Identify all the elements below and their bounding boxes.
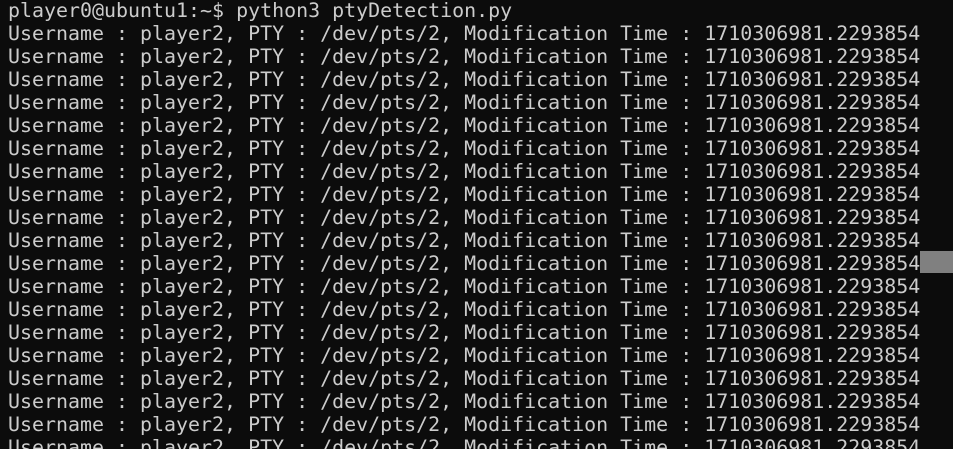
output-line: Username : player2, PTY : /dev/pts/2, Mo… xyxy=(8,44,921,68)
output-line: Username : player2, PTY : /dev/pts/2, Mo… xyxy=(8,228,921,252)
output-line: Username : player2, PTY : /dev/pts/2, Mo… xyxy=(8,159,921,183)
output-line: Username : player2, PTY : /dev/pts/2, Mo… xyxy=(8,90,921,114)
output-line: Username : player2, PTY : /dev/pts/2, Mo… xyxy=(8,412,921,436)
output-line: Username : player2, PTY : /dev/pts/2, Mo… xyxy=(8,67,921,91)
output-line: Username : player2, PTY : /dev/pts/2, Mo… xyxy=(8,366,921,390)
terminal-window[interactable]: player0@ubuntu1:~$ python3 ptyDetection.… xyxy=(0,0,953,449)
output-line: Username : player2, PTY : /dev/pts/2, Mo… xyxy=(8,113,921,137)
output-line: Username : player2, PTY : /dev/pts/2, Mo… xyxy=(8,320,921,344)
output-line: Username : player2, PTY : /dev/pts/2, Mo… xyxy=(8,136,921,160)
output-line: Username : player2, PTY : /dev/pts/2, Mo… xyxy=(8,251,921,275)
output-line: Username : player2, PTY : /dev/pts/2, Mo… xyxy=(8,435,921,449)
output-line: Username : player2, PTY : /dev/pts/2, Mo… xyxy=(8,389,921,413)
output-line: Username : player2, PTY : /dev/pts/2, Mo… xyxy=(8,182,921,206)
output-line: Username : player2, PTY : /dev/pts/2, Mo… xyxy=(8,274,921,298)
output-line: Username : player2, PTY : /dev/pts/2, Mo… xyxy=(8,205,921,229)
output-line: Username : player2, PTY : /dev/pts/2, Mo… xyxy=(8,21,921,45)
text-cursor xyxy=(920,251,953,273)
output-line: Username : player2, PTY : /dev/pts/2, Mo… xyxy=(8,343,921,367)
command-prompt-line: player0@ubuntu1:~$ python3 ptyDetection.… xyxy=(8,0,513,22)
output-line: Username : player2, PTY : /dev/pts/2, Mo… xyxy=(8,297,921,321)
